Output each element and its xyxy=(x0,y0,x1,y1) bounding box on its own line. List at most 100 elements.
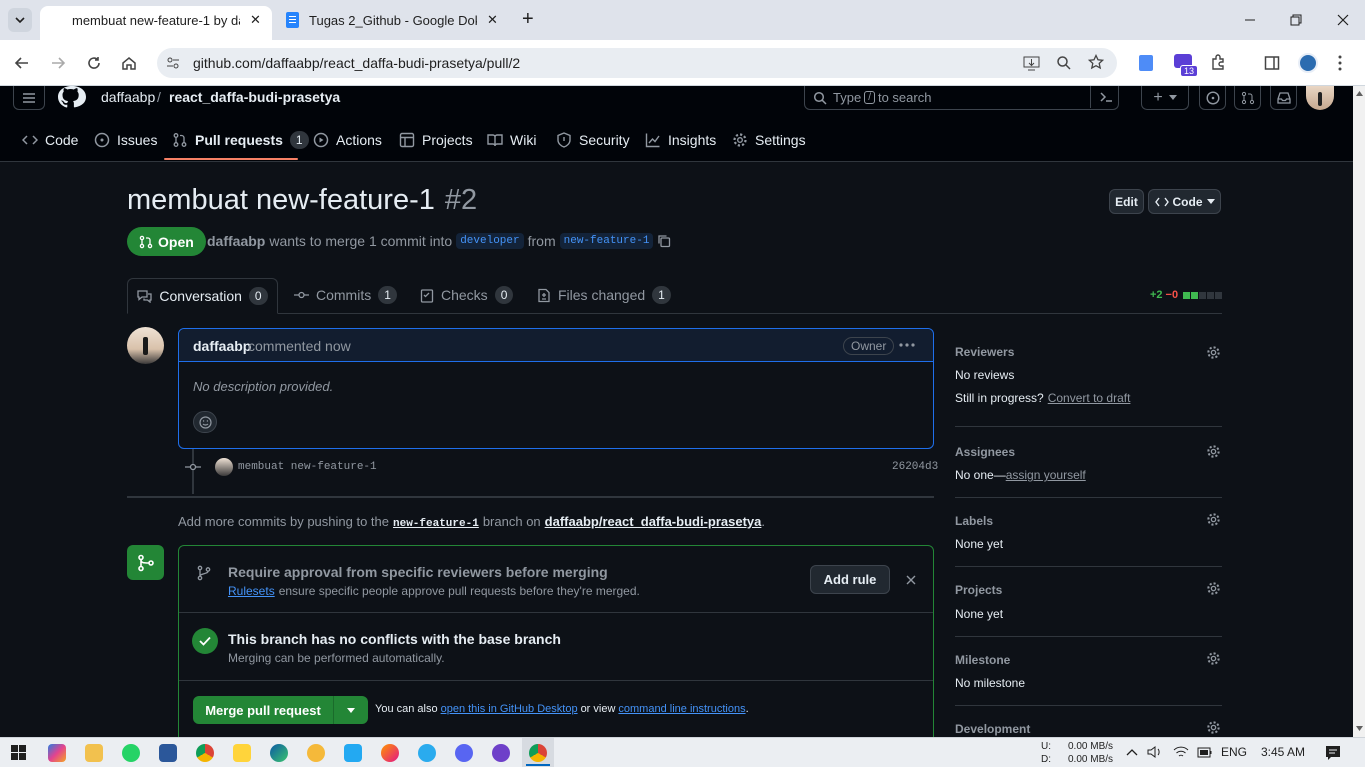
push-hint-repo[interactable]: daffaabp/react_daffa-budi-prasetya xyxy=(545,514,762,529)
app-icon[interactable] xyxy=(307,744,325,762)
inbox-button[interactable] xyxy=(1270,86,1297,110)
telegram-icon[interactable] xyxy=(418,744,436,762)
whatsapp-icon[interactable] xyxy=(122,744,140,762)
comment-time[interactable]: commented now xyxy=(248,338,351,354)
labels-title[interactable]: Labels xyxy=(955,514,993,528)
back-icon[interactable] xyxy=(14,55,30,71)
menu-dots-icon[interactable] xyxy=(1337,55,1343,71)
edit-title-button[interactable]: Edit xyxy=(1109,189,1144,214)
edge-icon[interactable] xyxy=(270,744,288,762)
search-input[interactable]: Type / to search xyxy=(804,86,1119,110)
nav-projects[interactable]: Projects xyxy=(399,128,473,152)
projects-title[interactable]: Projects xyxy=(955,583,1002,597)
battery-icon[interactable] xyxy=(1197,747,1213,758)
pr-author[interactable]: daffaabp xyxy=(207,233,265,249)
tab-title-docs[interactable]: Tugas 2_Github - Google Doku xyxy=(309,13,477,28)
assign-yourself-link[interactable]: assign yourself xyxy=(1006,468,1086,482)
word-icon[interactable] xyxy=(159,744,177,762)
bookmark-star-icon[interactable] xyxy=(1088,54,1104,70)
page-scrollbar[interactable] xyxy=(1353,86,1365,737)
vscode-icon[interactable] xyxy=(344,744,362,762)
tab-search-button[interactable] xyxy=(8,8,32,32)
nav-settings[interactable]: Settings xyxy=(732,128,806,152)
reviewers-title[interactable]: Reviewers xyxy=(955,345,1014,359)
minimize-icon[interactable] xyxy=(1244,14,1256,26)
nav-security[interactable]: Security xyxy=(556,128,630,152)
volume-icon[interactable] xyxy=(1147,745,1163,759)
gear-icon[interactable] xyxy=(1206,581,1221,596)
milestone-title[interactable]: Milestone xyxy=(955,653,1010,667)
add-reaction-button[interactable] xyxy=(193,411,217,433)
scroll-up-icon[interactable] xyxy=(1356,91,1363,96)
command-palette-icon[interactable] xyxy=(1099,90,1113,104)
side-panel-icon[interactable] xyxy=(1264,55,1280,71)
nav-pull-requests[interactable]: Pull requests 1 xyxy=(172,128,309,152)
tab-close-icon[interactable]: ✕ xyxy=(250,12,261,28)
copilot-icon[interactable] xyxy=(48,744,66,762)
chevron-up-icon[interactable] xyxy=(1126,748,1138,756)
tab-conversation[interactable]: Conversation 0 xyxy=(127,278,278,314)
install-app-icon[interactable] xyxy=(1023,55,1040,71)
copy-icon[interactable] xyxy=(657,234,671,248)
gear-icon[interactable] xyxy=(1206,651,1221,666)
firefox-icon[interactable] xyxy=(381,744,399,762)
github-desktop-link[interactable]: open this in GitHub Desktop xyxy=(441,703,578,715)
merge-method-dropdown[interactable] xyxy=(334,696,368,724)
convert-to-draft-link[interactable]: Convert to draft xyxy=(1048,391,1131,405)
repo-link[interactable]: react_daffa-budi-prasetya xyxy=(169,89,340,105)
url-text[interactable]: github.com/daffaabp/react_daffa-budi-pra… xyxy=(193,55,520,71)
tab-files-changed[interactable]: Files changed 1 xyxy=(537,286,671,304)
rulesets-link[interactable]: Rulesets xyxy=(228,584,275,598)
comment-author[interactable]: daffaabp xyxy=(193,338,251,354)
commit-message[interactable]: membuat new-feature-1 xyxy=(238,461,377,473)
nav-issues[interactable]: Issues xyxy=(94,128,157,152)
close-icon[interactable] xyxy=(906,575,916,585)
wifi-icon[interactable] xyxy=(1173,746,1189,759)
tab-checks[interactable]: Checks 0 xyxy=(420,286,514,304)
hamburger-button[interactable] xyxy=(13,86,45,110)
scroll-down-icon[interactable] xyxy=(1356,726,1363,731)
commit-sha[interactable]: 26204d3 xyxy=(892,461,938,473)
github-logo-icon[interactable] xyxy=(58,86,86,110)
nav-insights[interactable]: Insights xyxy=(645,128,716,152)
language-indicator[interactable]: ENG xyxy=(1221,745,1247,759)
clock-time[interactable]: 3:45 AM xyxy=(1261,745,1305,759)
close-window-icon[interactable] xyxy=(1337,14,1349,26)
gear-icon[interactable] xyxy=(1206,720,1221,735)
profile-avatar[interactable] xyxy=(1298,53,1318,73)
nav-code[interactable]: Code xyxy=(22,128,78,152)
issues-button[interactable] xyxy=(1199,86,1226,110)
push-hint-branch[interactable]: new-feature-1 xyxy=(393,518,479,530)
gear-icon[interactable] xyxy=(1206,444,1221,459)
github-desktop-icon[interactable] xyxy=(492,744,510,762)
assignees-title[interactable]: Assignees xyxy=(955,445,1015,459)
forward-icon[interactable] xyxy=(50,55,66,71)
comment-avatar[interactable] xyxy=(127,327,164,364)
nav-actions[interactable]: Actions xyxy=(313,128,382,152)
command-line-link[interactable]: command line instructions xyxy=(618,703,745,715)
tab-commits[interactable]: Commits 1 xyxy=(294,286,397,304)
zoom-icon[interactable] xyxy=(1056,55,1072,71)
sticky-notes-icon[interactable] xyxy=(233,744,251,762)
new-tab-button[interactable]: + xyxy=(522,8,534,31)
base-branch[interactable]: developer xyxy=(456,233,524,249)
notification-icon[interactable] xyxy=(1325,745,1341,760)
discord-icon[interactable] xyxy=(455,744,473,762)
gear-icon[interactable] xyxy=(1206,512,1221,527)
site-info-icon[interactable] xyxy=(166,56,180,70)
code-dropdown-button[interactable]: Code xyxy=(1148,189,1221,214)
commit-avatar[interactable] xyxy=(215,458,233,476)
reload-icon[interactable] xyxy=(86,55,102,71)
chrome-icon[interactable] xyxy=(529,744,547,762)
windows-start-icon[interactable] xyxy=(11,745,26,760)
tab-close-icon[interactable]: ✕ xyxy=(487,12,498,28)
file-explorer-icon[interactable] xyxy=(85,744,103,762)
owner-link[interactable]: daffaabp xyxy=(101,89,155,105)
nav-wiki[interactable]: Wiki xyxy=(487,128,536,152)
gear-icon[interactable] xyxy=(1206,345,1221,360)
restore-icon[interactable] xyxy=(1290,14,1302,26)
home-icon[interactable] xyxy=(121,55,137,71)
pull-requests-button[interactable] xyxy=(1234,86,1261,110)
puzzle-icon[interactable] xyxy=(1210,54,1227,71)
create-new-button[interactable]: + xyxy=(1141,86,1189,110)
